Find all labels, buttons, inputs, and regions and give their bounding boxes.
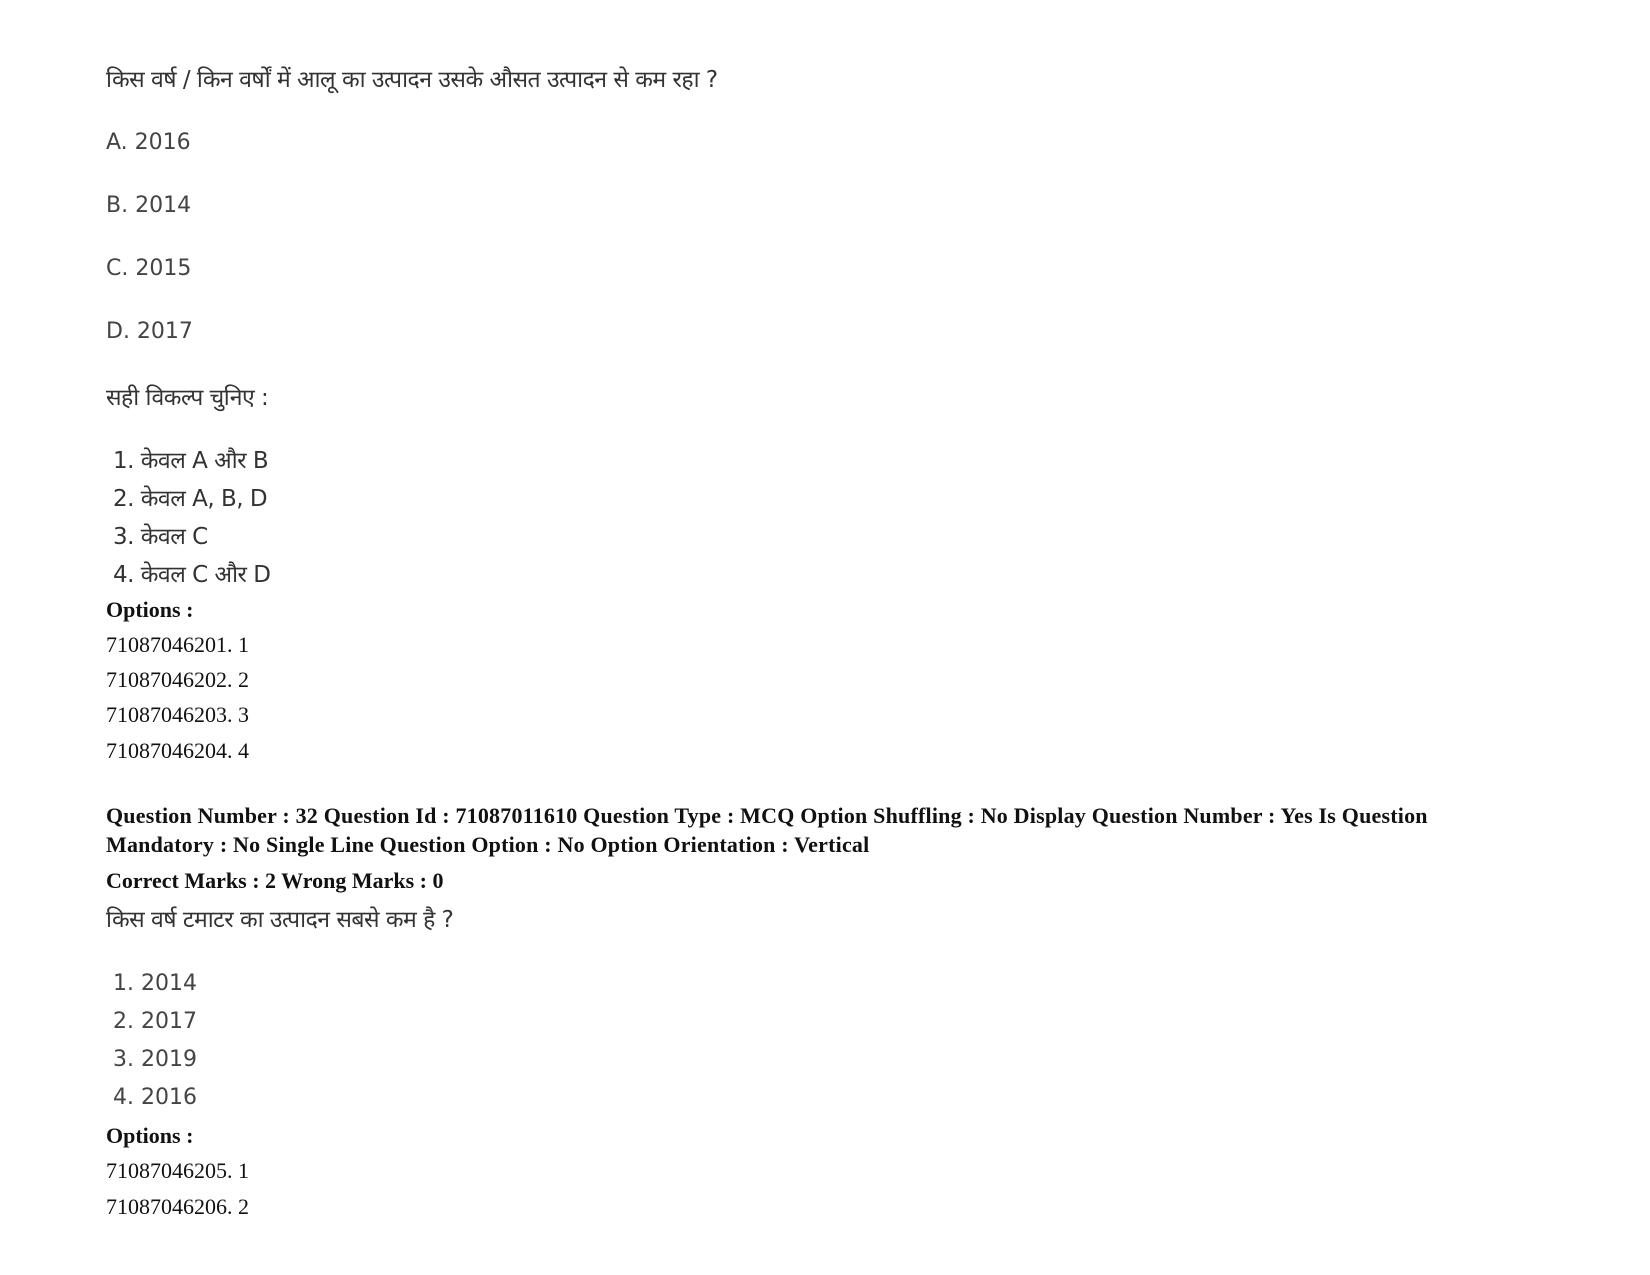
q32-choice-2: 2. 2017 <box>113 1009 197 1034</box>
q32-choice-1: 1. 2014 <box>113 971 197 996</box>
choice-1: 1. केवल A और B <box>113 448 269 474</box>
statement-a: A. 2016 <box>106 130 191 155</box>
choice-2: 2. केवल A, B, D <box>113 486 268 512</box>
question-31-text: किस वर्ष / किन वर्षों में आलू का उत्पादन… <box>106 67 718 93</box>
q32-choice-3: 3. 2019 <box>113 1047 197 1072</box>
statement-c: C. 2015 <box>106 256 192 281</box>
question-32-metadata: Question Number : 32 Question Id : 71087… <box>106 803 1428 857</box>
option-id-1: 71087046201. 1 <box>106 632 249 657</box>
marks-info: Correct Marks : 2 Wrong Marks : 0 <box>106 868 444 893</box>
option-id-3: 71087046203. 3 <box>106 702 249 727</box>
choice-3: 3. केवल C <box>113 524 208 550</box>
statement-b: B. 2014 <box>106 193 192 218</box>
q32-options-label: Options : <box>106 1123 194 1148</box>
option-id-2: 71087046202. 2 <box>106 667 249 692</box>
statement-d: D. 2017 <box>106 319 193 344</box>
q32-option-id-1: 71087046205. 1 <box>106 1158 249 1183</box>
question-32-text: किस वर्ष टमाटर का उत्पादन सबसे कम है ? <box>106 907 454 933</box>
instruction-text: सही विकल्प चुनिए : <box>106 385 269 411</box>
choice-4: 4. केवल C और D <box>113 562 271 588</box>
option-id-4: 71087046204. 4 <box>106 738 249 763</box>
q32-choice-4: 4. 2016 <box>113 1085 197 1110</box>
options-label: Options : <box>106 597 194 622</box>
q32-option-id-2: 71087046206. 2 <box>106 1194 249 1219</box>
